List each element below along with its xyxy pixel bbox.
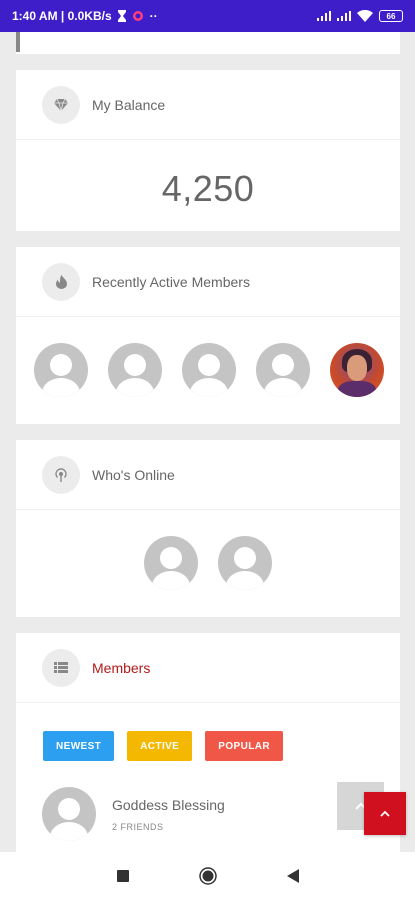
- chevron-up-icon: [380, 810, 390, 817]
- whos-online-header: Who's Online: [16, 440, 400, 510]
- status-bar: 1:40 AM | 0.0KB/s ·· 66: [0, 0, 415, 32]
- hourglass-icon: [117, 10, 126, 22]
- diamond-icon: [42, 85, 80, 124]
- member-avatar[interactable]: [108, 343, 162, 397]
- balance-card: My Balance 4,250: [16, 70, 400, 231]
- balance-value: 4,250: [161, 168, 255, 209]
- tab-popular[interactable]: POPULAR: [205, 731, 283, 761]
- recents-button[interactable]: [116, 870, 129, 882]
- wifi-icon: [357, 10, 373, 22]
- member-avatar[interactable]: [144, 536, 198, 590]
- members-filter-tabs: NEWEST ACTIVE POPULAR: [16, 703, 400, 761]
- member-name[interactable]: Goddess Blessing: [112, 797, 225, 813]
- status-time: 1:40 AM | 0.0KB/s: [12, 9, 112, 23]
- signal-icon-2: [337, 11, 351, 21]
- recent-members-header: Recently Active Members: [16, 247, 400, 317]
- member-friends-count: 2 FRIENDS: [112, 821, 164, 832]
- member-avatar[interactable]: [182, 343, 236, 397]
- fire-icon: [42, 262, 80, 301]
- recording-icon: [132, 11, 143, 21]
- member-avatar-photo[interactable]: [330, 343, 384, 397]
- members-header: Members: [16, 633, 400, 703]
- balance-card-header: My Balance: [16, 70, 400, 140]
- home-button[interactable]: [198, 867, 217, 885]
- recent-members-card: Recently Active Members: [16, 247, 400, 424]
- tab-newest[interactable]: NEWEST: [43, 731, 115, 761]
- signal-icon: [317, 11, 331, 21]
- previous-card-bottom: [16, 32, 400, 54]
- list-icon: [42, 648, 80, 687]
- card-accent-bar: [16, 32, 20, 52]
- online-members-list: [16, 510, 400, 590]
- whos-online-card: Who's Online: [16, 440, 400, 617]
- member-avatar[interactable]: [218, 536, 272, 590]
- tab-active[interactable]: ACTIVE: [127, 731, 193, 761]
- back-button[interactable]: [286, 869, 299, 883]
- members-title: Members: [92, 659, 151, 676]
- circle-icon: [198, 867, 217, 885]
- member-avatar[interactable]: [256, 343, 310, 397]
- square-icon: [116, 870, 129, 882]
- member-info: Goddess Blessing 2 FRIENDS: [112, 797, 225, 832]
- floating-action-button[interactable]: [364, 792, 406, 835]
- member-avatar[interactable]: [34, 343, 88, 397]
- balance-title: My Balance: [92, 96, 166, 113]
- recent-members-title: Recently Active Members: [92, 273, 250, 290]
- recent-members-list: [16, 317, 400, 397]
- more-notifications-icon: ··: [149, 9, 158, 23]
- broadcast-icon: [42, 455, 80, 494]
- system-nav-bar: [0, 852, 415, 900]
- member-avatar[interactable]: [42, 787, 96, 841]
- back-triangle-icon: [286, 869, 299, 883]
- battery-icon: 66: [379, 10, 403, 22]
- whos-online-title: Who's Online: [92, 466, 175, 483]
